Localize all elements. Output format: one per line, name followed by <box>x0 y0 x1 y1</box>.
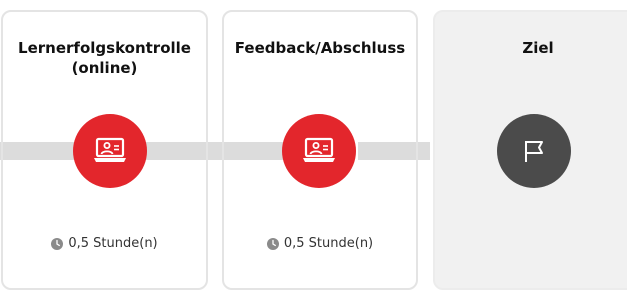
flag-icon <box>525 141 543 162</box>
step-node-2[interactable] <box>282 114 356 188</box>
step-title: Lernerfolgskontrolle (online) <box>18 39 191 77</box>
clock-icon <box>266 237 279 250</box>
online-training-icon <box>303 137 335 162</box>
clock-icon <box>51 237 64 250</box>
step-duration-label: 0,5 Stunde(n) <box>68 236 158 251</box>
step-node-1[interactable] <box>73 114 147 188</box>
online-training-icon <box>94 137 126 162</box>
step-duration: 0,5 Stunde(n) <box>224 236 416 251</box>
goal-title: Ziel <box>522 39 554 57</box>
step-duration-label: 0,5 Stunde(n) <box>283 236 374 251</box>
step-duration: 0,5 Stunde(n) <box>3 236 206 251</box>
goal-node <box>497 114 571 188</box>
step-title: Feedback/Abschluss <box>234 39 406 57</box>
